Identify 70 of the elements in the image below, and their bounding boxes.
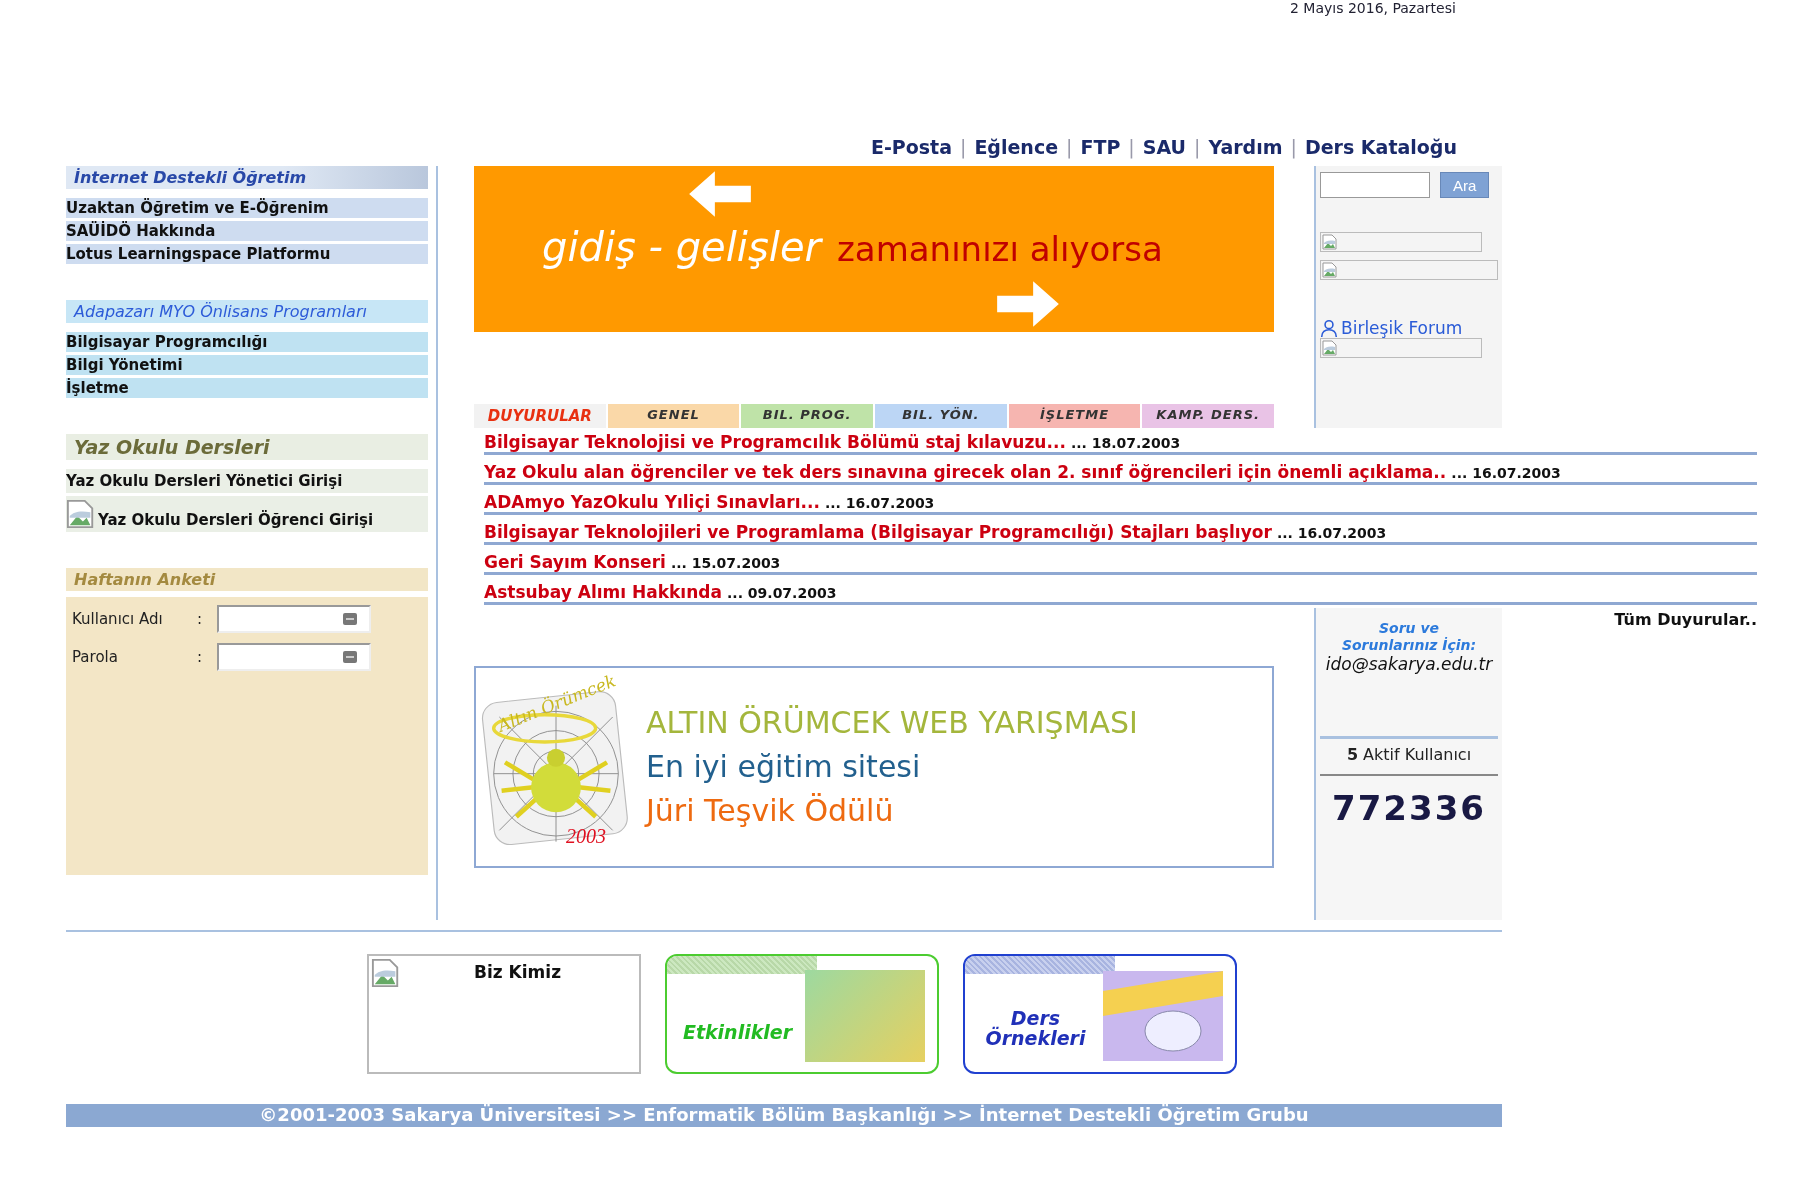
sidebar-link[interactable]: Uzaktan Öğretim ve E-Öğrenim bbox=[66, 198, 428, 218]
nav-separator: | bbox=[960, 136, 967, 158]
tab[interactable]: GENEL bbox=[607, 404, 740, 428]
visitor-counter: 772336 bbox=[1331, 787, 1487, 828]
broken-image-icon bbox=[66, 499, 96, 529]
nav-separator: | bbox=[1290, 136, 1297, 158]
announcement-date: ... 16.07.2003 bbox=[1276, 525, 1387, 541]
contact-title: Soru ve Sorunlarınız İçin: bbox=[1340, 620, 1478, 654]
section-header: Haftanın Anketi bbox=[66, 568, 428, 591]
announcement-date: ... 16.07.2003 bbox=[1451, 465, 1561, 481]
tab[interactable]: BIL. YÖN. bbox=[875, 404, 1007, 428]
nav-separator: | bbox=[1066, 136, 1073, 158]
footer-text: ©2001-2003 Sakarya Üniversitesi >> Enformatik Bölüm Başkanlığı >> İnternet Destekli Öğretim Grubu bbox=[66, 1104, 1502, 1127]
announcement-date: ... 16.07.2003 bbox=[824, 495, 935, 511]
section-header: Adapazarı MYO Önlisans Programları bbox=[66, 300, 428, 323]
field-separator: : bbox=[197, 610, 204, 628]
nav-link[interactable]: FTP bbox=[1080, 136, 1121, 158]
broken-image-icon bbox=[1321, 340, 1339, 356]
sidebar-link[interactable]: Bilgi Yönetimi bbox=[66, 355, 428, 375]
sidebar-link[interactable]: SAÜİDÖ Hakkında bbox=[66, 221, 428, 241]
nav-link[interactable]: Eğlence bbox=[974, 136, 1059, 158]
announcement-link[interactable]: ADAmyo YazOkulu Yıliçi Sınavları... bbox=[484, 492, 820, 512]
logo-year: 2003 bbox=[566, 825, 606, 848]
banner-slogan: zamanınızı alıyorsa bbox=[836, 229, 1163, 269]
tab[interactable]: DUYURULAR bbox=[474, 404, 606, 428]
nav-separator: | bbox=[1193, 136, 1201, 158]
field-separator: : bbox=[197, 648, 204, 666]
tab[interactable]: KAMP. DERS. bbox=[1142, 404, 1275, 428]
tab[interactable]: BIL. PROG. bbox=[741, 404, 873, 428]
announcement-date: ... 18.07.2003 bbox=[1070, 435, 1181, 451]
sidebar-link[interactable]: Bilgisayar Programcılığı bbox=[66, 332, 428, 352]
announcement-date: ... 15.07.2003 bbox=[670, 555, 781, 571]
announcement-link[interactable]: Yaz Okulu alan öğrenciler ve tek ders sınavına girecek olan 2. sınıf öğrencileri için önemli açıklama.. bbox=[484, 462, 1447, 482]
nav-link[interactable]: Ders Kataloğu bbox=[1304, 136, 1457, 158]
broken-image-icon bbox=[371, 958, 401, 988]
section-header: Yaz Okulu Dersleri bbox=[66, 434, 428, 460]
award-prize: Jüri Teşvik Ödülü bbox=[646, 792, 895, 830]
info-card[interactable]: Biz Kimiz bbox=[367, 954, 641, 1074]
sidebar-link[interactable]: Yaz Okulu Dersleri Öğrenci Girişi bbox=[66, 496, 428, 532]
sidebar-link[interactable]: Yaz Okulu Dersleri Yönetici Girişi bbox=[66, 469, 428, 493]
announcement-link[interactable]: Bilgisayar Teknolojileri ve Programlama (Bilgisayar Programcılığı) Stajları başlıyor bbox=[484, 522, 1272, 542]
nav-separator: | bbox=[1128, 136, 1135, 158]
nav-link[interactable]: Yardım bbox=[1208, 136, 1283, 158]
award-title: ALTIN ÖRÜMCEK WEB YARIŞMASI bbox=[646, 704, 1138, 742]
announcement-link[interactable]: Geri Sayım Konseri bbox=[484, 552, 666, 572]
announcement-link[interactable]: Astsubay Alımı Hakkında bbox=[484, 582, 722, 602]
broken-image-icon bbox=[1321, 262, 1339, 278]
banner-slogan: gidiş - gelişler bbox=[542, 224, 821, 270]
broken-image-icon bbox=[1321, 234, 1339, 250]
sidebar-link[interactable]: Lotus Learningspace Platformu bbox=[66, 244, 428, 264]
field-label: Kullanıcı Adı bbox=[72, 610, 164, 628]
input-field[interactable] bbox=[217, 643, 371, 671]
all-announcements-link[interactable]: Tüm Duyurular.. bbox=[1614, 608, 1757, 629]
tab[interactable]: İŞLETME bbox=[1008, 404, 1141, 428]
award-subtitle: En iyi eğitim sitesi bbox=[646, 748, 922, 786]
info-card[interactable]: Ders Örnekleri bbox=[963, 954, 1237, 1074]
active-users: 5 Aktif Kullanıcı bbox=[1320, 736, 1498, 776]
nav-link[interactable]: SAU bbox=[1142, 136, 1186, 158]
input-field[interactable] bbox=[217, 605, 371, 633]
sidebar-link[interactable]: İşletme bbox=[66, 378, 428, 398]
announcement-date: ... 09.07.2003 bbox=[727, 585, 837, 601]
contact-email: ido@sakarya.edu.tr bbox=[1324, 654, 1494, 674]
user-icon bbox=[1320, 319, 1338, 337]
field-label: Parola bbox=[72, 648, 119, 666]
search-field[interactable] bbox=[1320, 172, 1430, 198]
nav-link[interactable]: E-Posta bbox=[870, 136, 952, 158]
date-text: 2 Mayıs 2016, Pazartesi bbox=[1290, 0, 1456, 16]
announcement-link[interactable]: Bilgisayar Teknolojisi ve Programcılık Bölümü staj kılavuzu... bbox=[484, 432, 1066, 452]
section-header: İnternet Destekli Öğretim bbox=[66, 166, 428, 189]
forum-link[interactable]: Birleşik Forum bbox=[1320, 318, 1498, 338]
